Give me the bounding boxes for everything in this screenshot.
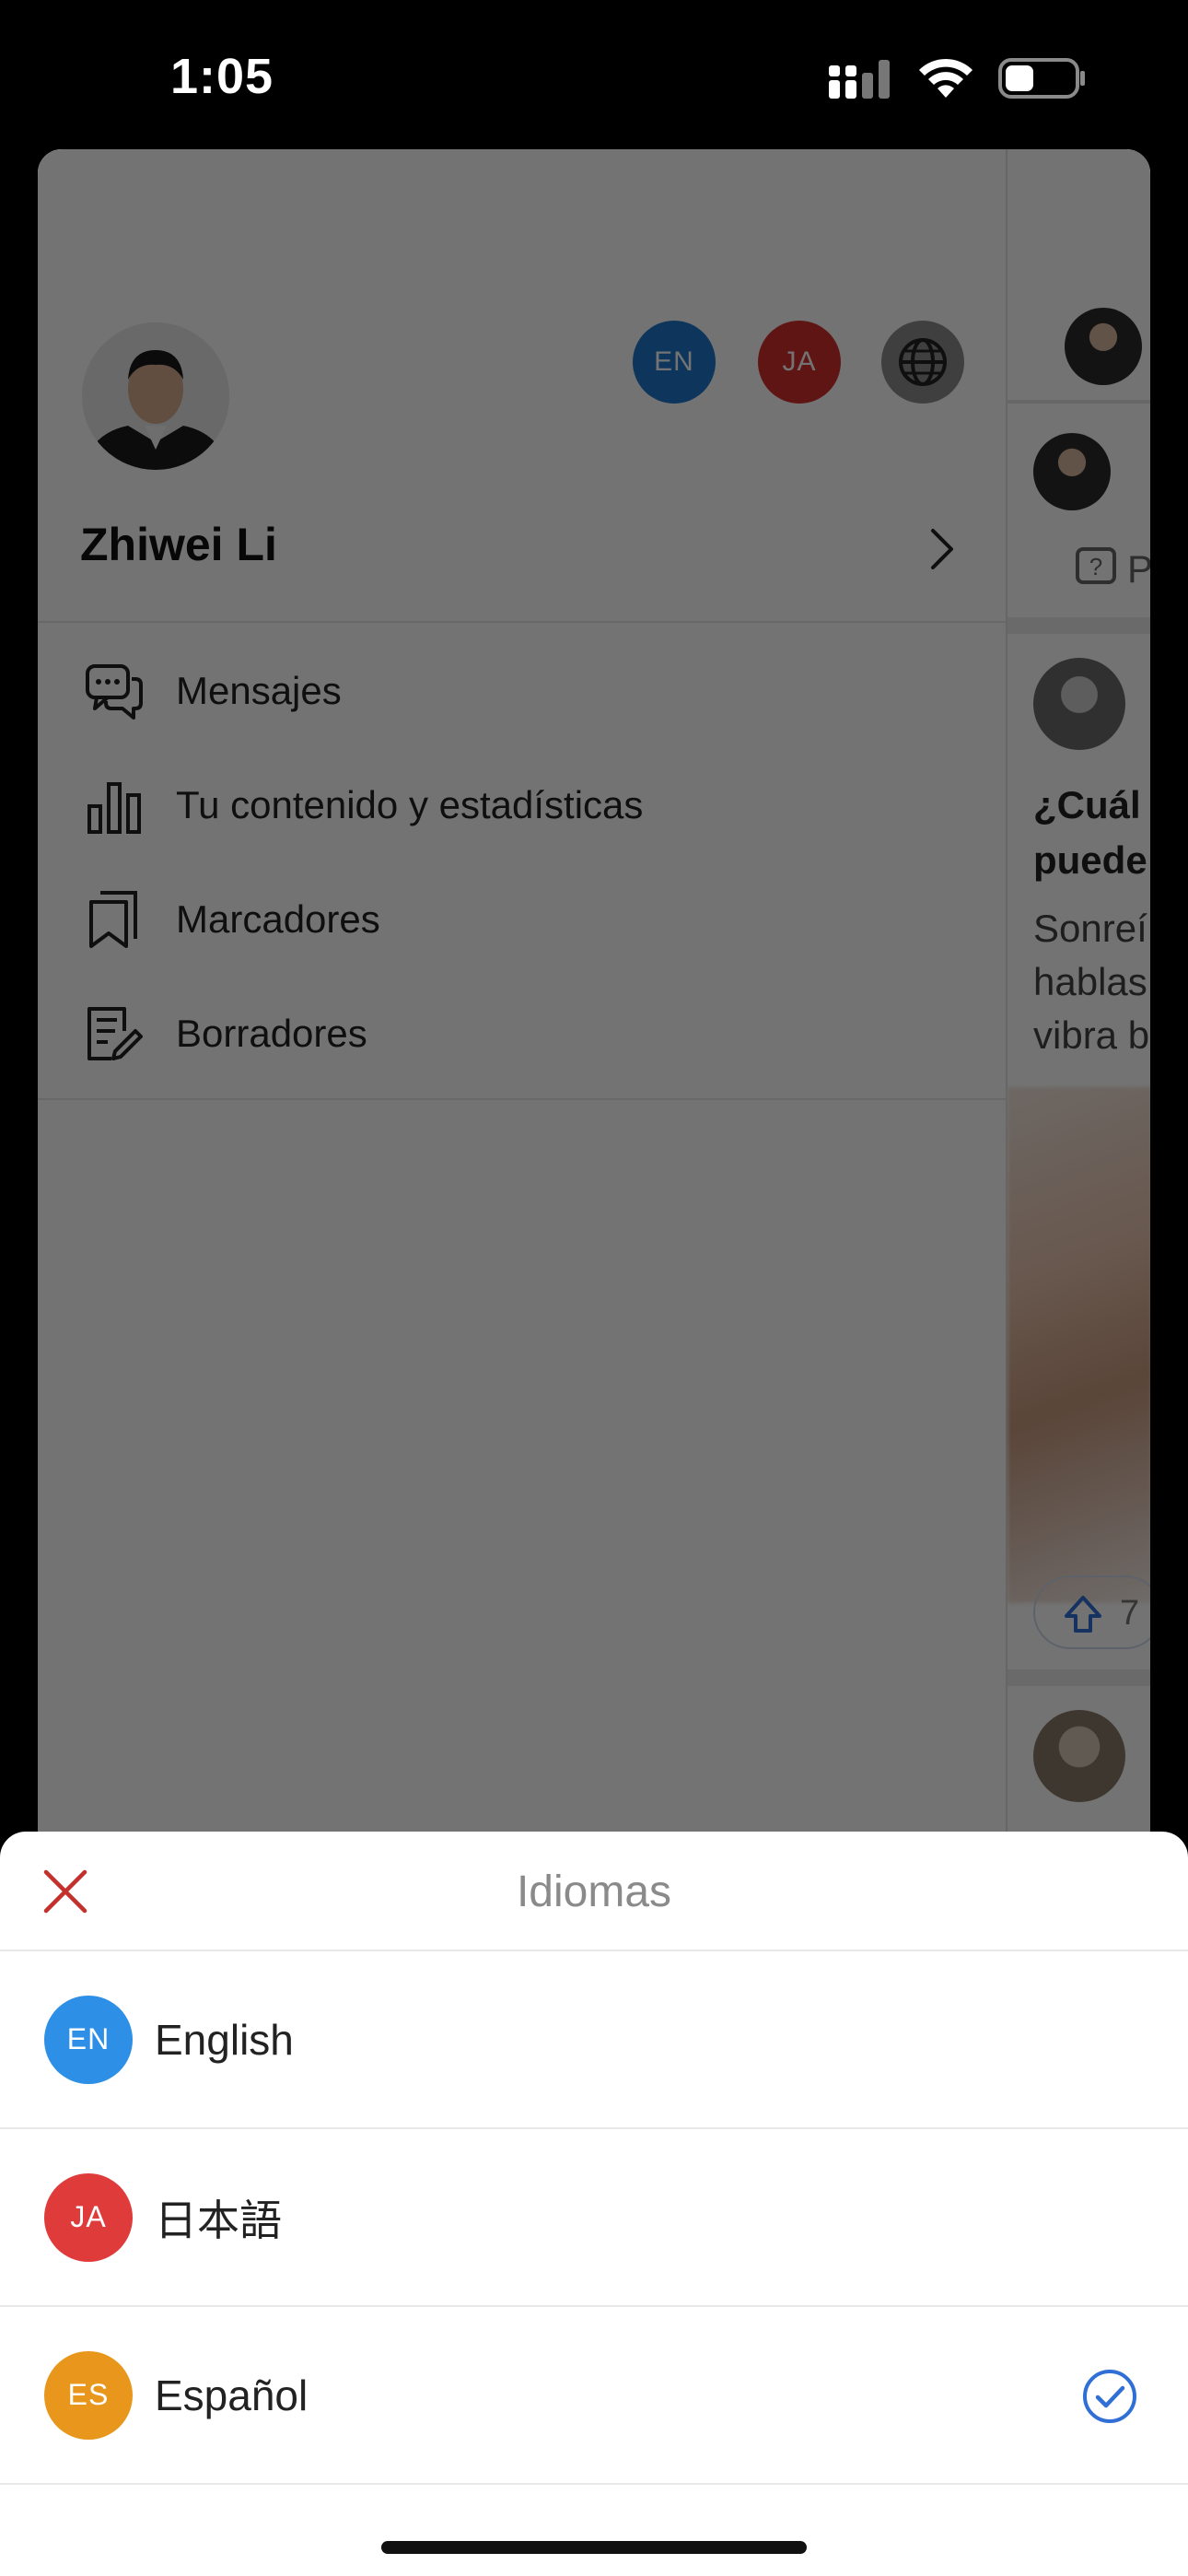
feed-post-image[interactable] (1007, 1087, 1150, 1603)
status-time: 1:05 (170, 49, 274, 104)
language-globe-button[interactable] (881, 321, 964, 404)
profile-name[interactable]: Zhiwei Li (80, 518, 277, 571)
chat-bubbles-icon (86, 664, 143, 720)
menu-item-mensajes[interactable]: Mensajes (84, 654, 342, 728)
feed-post-avatar[interactable] (1033, 658, 1125, 750)
status-bar: 1:05 (0, 0, 1188, 147)
language-option-ja[interactable]: JA 日本語 (0, 2129, 1188, 2307)
feed-separator (1007, 1669, 1150, 1686)
language-badge: EN (44, 1995, 133, 2084)
bookmarks-icon (89, 891, 137, 948)
drawer-lang-pill-en[interactable]: EN (633, 321, 716, 404)
language-sheet: Idiomas EN English JA 日本語 ES Español (0, 1832, 1188, 2576)
globe-icon (899, 338, 947, 386)
feed-headline[interactable]: puede (1033, 838, 1147, 883)
wifi-icon (919, 58, 973, 98)
feed-snippet: Sonreí (1033, 907, 1147, 950)
feed-separator (1007, 400, 1150, 404)
language-name: English (155, 2015, 294, 2064)
profile-photo (82, 322, 229, 470)
drawer-divider (38, 621, 1006, 623)
upvote-button[interactable]: 7 (1033, 1575, 1150, 1649)
checkmark-circle-icon (1083, 2370, 1136, 2423)
language-name: 日本語 (155, 2195, 282, 2244)
chevron-right-icon[interactable] (924, 523, 961, 575)
feed-question-label: P (1127, 547, 1150, 591)
drawer-lang-pill-ja[interactable]: JA (758, 321, 841, 404)
svg-text:?: ? (1089, 553, 1102, 580)
sheet-header: Idiomas (0, 1832, 1188, 1951)
sheet-title: Idiomas (516, 1868, 672, 1916)
drafts-icon (87, 1007, 143, 1060)
bar-chart-icon (87, 782, 141, 834)
cellular-signal-icon (829, 60, 890, 99)
menu-label: Marcadores (176, 897, 380, 941)
feed-header-avatar[interactable] (1065, 308, 1142, 385)
language-name: Español (155, 2371, 309, 2419)
profile-avatar[interactable] (82, 322, 229, 470)
feed-snippet: vibra b (1033, 1013, 1150, 1057)
feed-composer-avatar[interactable] (1033, 433, 1111, 510)
home-indicator[interactable] (381, 2541, 807, 2554)
upvote-count: 7 (1120, 1594, 1140, 1633)
feed-snippet: hablas (1033, 960, 1147, 1003)
battery-icon (998, 58, 1085, 99)
language-option-en[interactable]: EN English (0, 1951, 1188, 2129)
question-icon[interactable]: ? (1074, 545, 1118, 590)
feed-headline[interactable]: ¿Cuál (1033, 783, 1141, 827)
status-icons (829, 57, 1087, 100)
drawer-divider (38, 1098, 1006, 1100)
language-badge: JA (44, 2172, 133, 2262)
menu-item-borradores[interactable]: Borradores (84, 997, 367, 1071)
menu-label: Tu contenido y estadísticas (176, 783, 644, 826)
menu-item-marcadores[interactable]: Marcadores (84, 883, 380, 956)
menu-label: Borradores (176, 1012, 367, 1055)
menu-label: Mensajes (176, 669, 342, 712)
upvote-arrow-icon (1065, 1596, 1101, 1633)
menu-item-contenido-estadisticas[interactable]: Tu contenido y estadísticas (84, 768, 643, 842)
language-badge: ES (44, 2350, 133, 2440)
feed-separator (1007, 617, 1150, 634)
feed-post-avatar[interactable] (1033, 1710, 1125, 1802)
language-option-es[interactable]: ES Español (0, 2307, 1188, 2485)
